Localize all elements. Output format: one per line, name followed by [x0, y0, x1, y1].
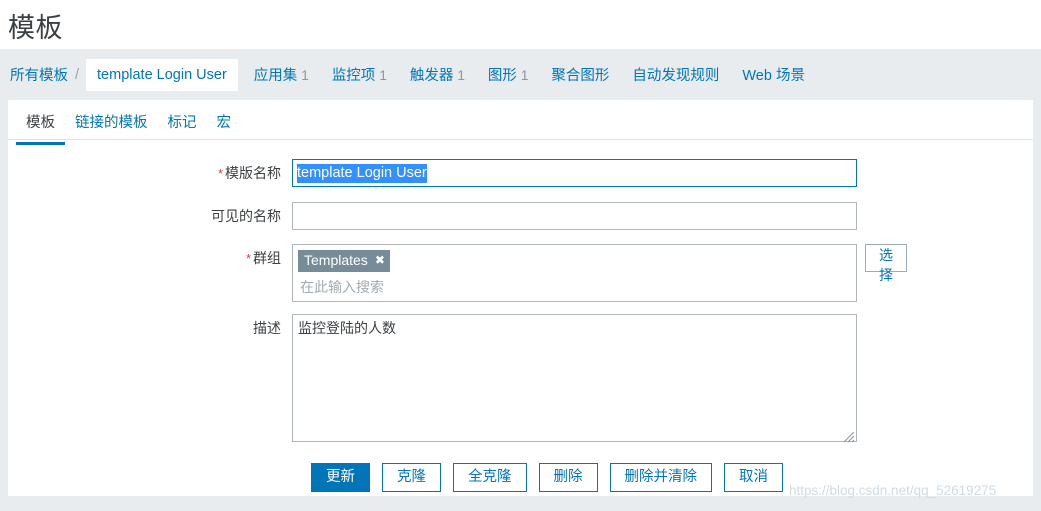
- nav-item-label: 监控项: [331, 68, 376, 84]
- nav-item-web-scenarios[interactable]: Web 场景: [742, 64, 805, 85]
- delete-button[interactable]: 删除: [538, 463, 598, 492]
- breadcrumb-all-templates[interactable]: 所有模板: [10, 62, 68, 87]
- form-row-visible-name: 可见的名称: [8, 202, 1033, 230]
- control-template-name: template Login User: [292, 159, 857, 187]
- nav-item-label: 图形: [487, 68, 517, 84]
- tab-linked-templates[interactable]: 链接的模板: [65, 100, 158, 144]
- groups-multiselect[interactable]: Templates ✖ 在此输入搜索: [292, 244, 857, 302]
- group-chip-label: Templates: [304, 252, 368, 268]
- label-text: 描述: [253, 320, 281, 336]
- nav-item-label: 自动发现规则: [632, 68, 720, 84]
- clone-button[interactable]: 克隆: [382, 463, 441, 492]
- nav-item-count: 1: [457, 68, 465, 83]
- label-text: 模版名称: [225, 165, 281, 181]
- nav-item-label: 触发器: [409, 68, 454, 84]
- content-panel: 模板 链接的模板 标记 宏 * 模版名称 template Login User …: [8, 100, 1033, 496]
- label-text: 群组: [253, 250, 281, 266]
- cancel-button[interactable]: 取消: [724, 463, 783, 492]
- description-textarea[interactable]: [292, 314, 857, 442]
- required-asterisk: *: [245, 251, 251, 266]
- label-visible-name: 可见的名称: [8, 202, 292, 230]
- form-row-groups: * 群组 Templates ✖ 在此输入搜索 选择: [8, 244, 1033, 302]
- nav-item-label: 应用集: [253, 68, 298, 84]
- nav-item-label: Web 场景: [742, 68, 805, 84]
- nav-item-graphs[interactable]: 图形 1: [488, 64, 529, 85]
- template-form: * 模版名称 template Login User 可见的名称 * 群组 Te…: [8, 140, 1033, 492]
- nav-item-triggers[interactable]: 触发器 1: [410, 64, 465, 85]
- control-groups: Templates ✖ 在此输入搜索 选择: [292, 244, 907, 302]
- label-groups: * 群组: [8, 244, 292, 273]
- form-row-description: 描述: [8, 314, 1033, 447]
- nav-item-label: 聚合图形: [551, 68, 610, 84]
- delete-and-clear-button[interactable]: 删除并清除: [609, 463, 712, 492]
- full-clone-button[interactable]: 全克隆: [453, 463, 527, 492]
- page-title: 模板: [8, 13, 63, 43]
- tab-template[interactable]: 模板: [16, 100, 65, 145]
- template-name-input[interactable]: template Login User: [292, 159, 857, 187]
- watermark: https://blog.csdn.net/qq_52619275: [789, 483, 997, 498]
- label-template-name: * 模版名称: [8, 159, 292, 188]
- group-chip-templates[interactable]: Templates ✖: [298, 250, 390, 272]
- app-root: 模板 所有模板 / template Login User 应用集 1 监控项 1 …: [0, 0, 1041, 511]
- template-name-value: template Login User: [297, 164, 427, 183]
- breadcrumb-current-template[interactable]: template Login User: [86, 58, 238, 91]
- nav-item-discovery-rules[interactable]: 自动发现规则: [632, 64, 719, 85]
- nav-item-screens[interactable]: 聚合图形: [551, 64, 609, 85]
- visible-name-input[interactable]: [292, 202, 857, 230]
- required-asterisk: *: [217, 166, 223, 181]
- nav-item-applications[interactable]: 应用集 1: [254, 64, 309, 85]
- update-button[interactable]: 更新: [311, 463, 370, 492]
- control-visible-name: [292, 202, 857, 230]
- nav-item-items[interactable]: 监控项 1: [332, 64, 387, 85]
- form-row-template-name: * 模版名称 template Login User: [8, 159, 1033, 188]
- nav-item-count: 1: [520, 68, 529, 83]
- close-icon[interactable]: ✖: [375, 252, 385, 269]
- nav-item-count: 1: [379, 68, 387, 83]
- tab-macros[interactable]: 宏: [207, 100, 242, 144]
- breadcrumb-nav: 所有模板 / template Login User 应用集 1 监控项 1 触发器…: [0, 49, 1041, 100]
- select-group-button[interactable]: 选择: [865, 244, 907, 283]
- title-bar: 模板: [0, 0, 1041, 49]
- control-description: [292, 314, 857, 447]
- nav-item-count: 1: [301, 68, 309, 83]
- label-text: 可见的名称: [211, 208, 281, 224]
- label-description: 描述: [8, 314, 292, 342]
- groups-search-placeholder: 在此输入搜索: [300, 279, 384, 295]
- tab-tags[interactable]: 标记: [158, 100, 207, 144]
- tab-strip: 模板 链接的模板 标记 宏: [8, 100, 1033, 145]
- breadcrumb-separator: /: [75, 66, 80, 83]
